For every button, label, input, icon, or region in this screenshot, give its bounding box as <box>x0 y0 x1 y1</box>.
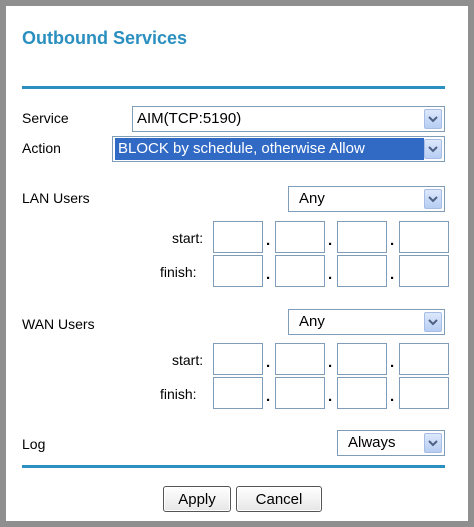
lan-start-octet-4[interactable] <box>399 221 449 253</box>
wan-start-octet-3[interactable] <box>337 343 387 375</box>
log-label: Log <box>22 436 46 452</box>
lan-finish-octet-1[interactable] <box>213 255 263 287</box>
wan-finish-label: finish: <box>160 386 197 402</box>
chevron-down-icon[interactable] <box>424 433 442 453</box>
wan-finish-octet-4[interactable] <box>399 377 449 409</box>
page-title: Outbound Services <box>22 28 188 48</box>
chevron-down-icon[interactable] <box>424 139 442 159</box>
wan-finish-octet-1[interactable] <box>213 377 263 409</box>
action-select-value: BLOCK by schedule, otherwise Allow <box>115 138 424 160</box>
service-select[interactable]: AIM(TCP:5190) <box>132 106 445 132</box>
log-select[interactable]: Always <box>337 430 445 456</box>
title-divider <box>22 86 445 89</box>
lan-finish-octet-3[interactable] <box>337 255 387 287</box>
wan-start-octet-2[interactable] <box>275 343 325 375</box>
wan-finish-octet-3[interactable] <box>337 377 387 409</box>
service-select-value: AIM(TCP:5190) <box>137 110 242 127</box>
lan-start-octet-3[interactable] <box>337 221 387 253</box>
service-label: Service <box>22 110 69 126</box>
lan-finish-octet-2[interactable] <box>275 255 325 287</box>
ip-dot: . <box>328 266 333 283</box>
chevron-down-icon[interactable] <box>424 312 442 332</box>
ip-dot: . <box>266 232 271 249</box>
ip-dot: . <box>328 354 333 371</box>
lan-start-label: start: <box>172 230 204 246</box>
lan-finish-label: finish: <box>160 264 197 280</box>
wan-start-octet-4[interactable] <box>399 343 449 375</box>
ip-dot: . <box>266 388 271 405</box>
lan-start-octet-2[interactable] <box>275 221 325 253</box>
wan-users-label: WAN Users <box>22 316 95 332</box>
wan-users-select-value: Any <box>299 313 325 330</box>
lan-users-select-value: Any <box>299 190 325 207</box>
ip-dot: . <box>266 354 271 371</box>
wan-users-select[interactable]: Any <box>288 309 445 335</box>
action-select[interactable]: BLOCK by schedule, otherwise Allow <box>112 136 445 162</box>
ip-dot: . <box>390 266 395 283</box>
ip-dot: . <box>328 388 333 405</box>
chevron-down-icon[interactable] <box>424 109 442 129</box>
ip-dot: . <box>328 232 333 249</box>
wan-start-label: start: <box>172 352 204 368</box>
lan-finish-octet-4[interactable] <box>399 255 449 287</box>
apply-button[interactable]: Apply <box>163 486 231 512</box>
action-label: Action <box>22 140 61 156</box>
lan-start-octet-1[interactable] <box>213 221 263 253</box>
chevron-down-icon[interactable] <box>424 189 442 209</box>
log-select-value: Always <box>348 434 396 451</box>
wan-finish-octet-2[interactable] <box>275 377 325 409</box>
lan-users-select[interactable]: Any <box>288 186 445 212</box>
lan-users-label: LAN Users <box>22 190 90 206</box>
ip-dot: . <box>390 388 395 405</box>
cancel-button[interactable]: Cancel <box>236 486 322 512</box>
ip-dot: . <box>390 354 395 371</box>
ip-dot: . <box>390 232 395 249</box>
wan-start-octet-1[interactable] <box>213 343 263 375</box>
ip-dot: . <box>266 266 271 283</box>
footer-divider <box>22 465 445 468</box>
